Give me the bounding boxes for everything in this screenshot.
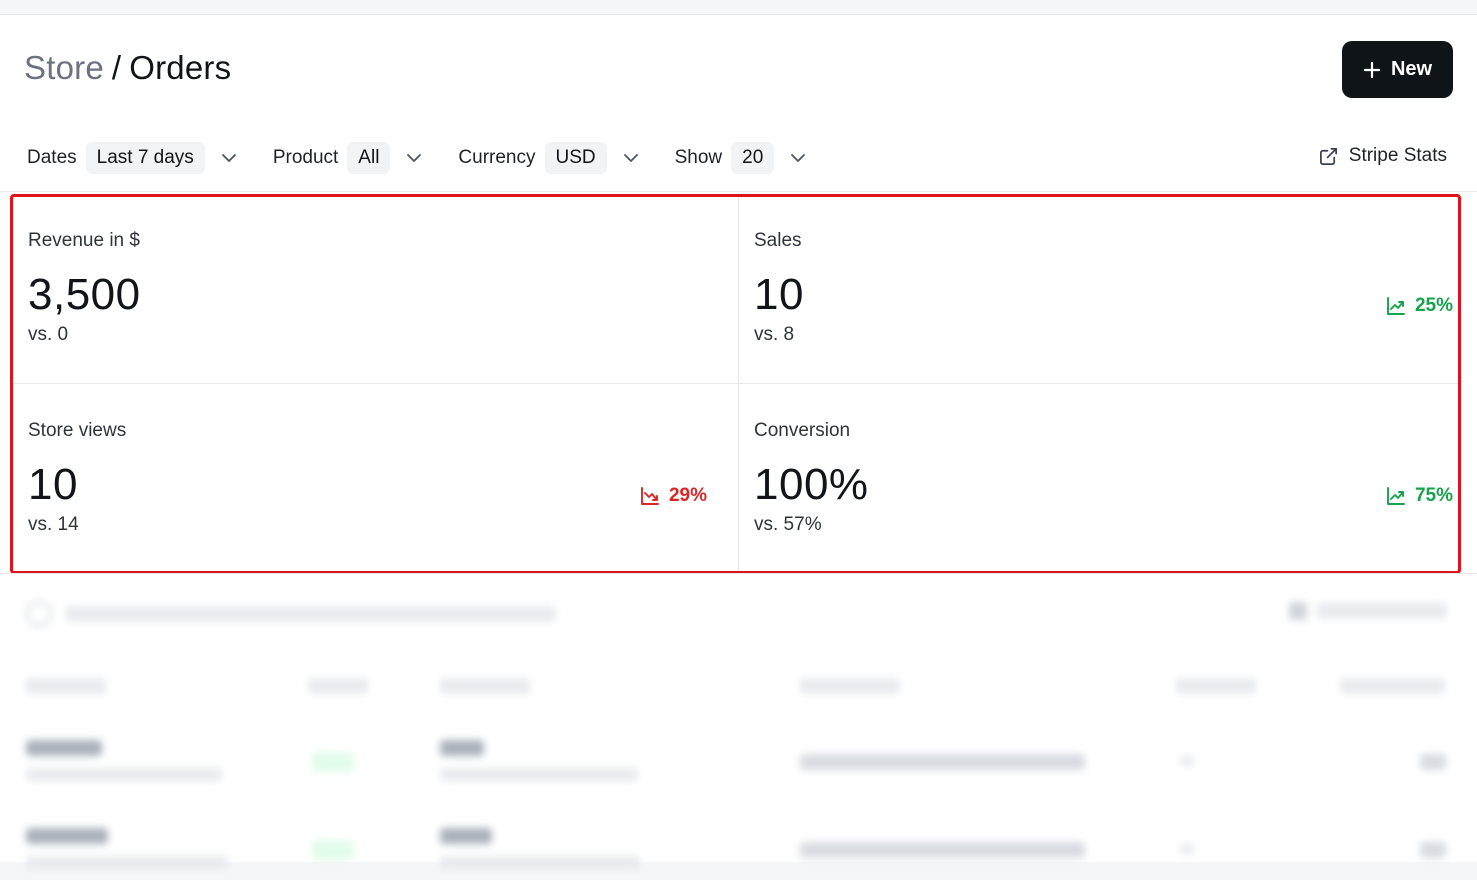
cell-blur xyxy=(440,856,640,869)
cell-blur xyxy=(26,856,228,869)
column-header[interactable] xyxy=(1176,678,1256,694)
conversion-card: Conversion 100% vs. 57% 75% xyxy=(739,387,1463,573)
chevron-down-icon xyxy=(221,154,236,162)
orders-table-blurred xyxy=(0,590,1477,880)
cell-blur xyxy=(26,828,108,844)
column-header[interactable] xyxy=(440,678,530,694)
column-header[interactable] xyxy=(1340,678,1445,694)
divider xyxy=(0,573,1477,574)
filter-value: 20 xyxy=(731,142,775,174)
cell-blur xyxy=(800,842,1085,858)
external-link-icon xyxy=(1319,147,1337,165)
stat-value: 10 xyxy=(28,460,78,509)
orders-page: Store / Orders New Dates Last 7 days Produ… xyxy=(0,14,1477,869)
revenue-card: Revenue in $ 3,500 vs. 0 xyxy=(13,197,737,383)
status-badge xyxy=(312,752,354,772)
stat-label: Sales xyxy=(754,230,802,251)
product-filter[interactable]: Product All xyxy=(273,142,425,174)
trend-value: 29% xyxy=(668,485,707,506)
show-count-filter[interactable]: Show 20 xyxy=(675,142,809,174)
breadcrumb: Store / Orders xyxy=(24,49,231,87)
filter-value: All xyxy=(347,142,391,174)
currency-filter[interactable]: Currency USD xyxy=(458,142,640,174)
trend-value: 25% xyxy=(1414,295,1453,316)
store-views-card: Store views 10 vs. 14 29% xyxy=(13,387,737,573)
stats-grid: Revenue in $ 3,500 vs. 0 Sales 10 vs. 8 … xyxy=(10,194,1461,574)
page-header: Store / Orders New xyxy=(24,41,1453,109)
filter-label: Dates xyxy=(27,147,77,168)
stripe-stats-label: Stripe Stats xyxy=(1348,145,1447,166)
column-header[interactable] xyxy=(26,678,106,694)
filter-value: Last 7 days xyxy=(85,142,205,174)
stat-value: 10 xyxy=(754,270,804,319)
sales-card: Sales 10 vs. 8 25% xyxy=(739,197,1463,383)
search-placeholder-blur xyxy=(66,606,556,622)
trend-badge: 29% xyxy=(639,485,707,507)
trend-badge: 75% xyxy=(1385,485,1453,507)
cell-blur xyxy=(440,768,638,781)
chevron-down-icon xyxy=(623,154,638,162)
stat-comparison: vs. 14 xyxy=(28,514,79,535)
stat-comparison: vs. 0 xyxy=(28,324,69,345)
trending-down-icon xyxy=(641,487,659,505)
stat-comparison: vs. 57% xyxy=(754,514,822,535)
cell-blur xyxy=(1180,756,1194,766)
filter-value: USD xyxy=(544,142,607,174)
plus-icon xyxy=(1363,61,1381,78)
cell-blur xyxy=(26,740,102,756)
stripe-stats-link[interactable]: Stripe Stats xyxy=(1318,145,1447,167)
column-header[interactable] xyxy=(800,678,900,694)
stat-comparison: vs. 8 xyxy=(754,324,795,345)
cell-blur xyxy=(1180,844,1194,854)
cell-blur xyxy=(1420,754,1446,770)
cell-blur xyxy=(26,768,222,781)
trending-up-icon xyxy=(1387,487,1405,505)
cell-blur xyxy=(440,740,484,756)
new-order-button[interactable]: New xyxy=(1342,41,1453,98)
trending-up-icon xyxy=(1387,297,1405,315)
chevron-down-icon xyxy=(407,154,422,162)
download-csv-button[interactable] xyxy=(1289,602,1447,620)
trend-value: 75% xyxy=(1414,485,1453,506)
download-label-blur xyxy=(1317,603,1447,619)
divider xyxy=(0,191,1477,192)
column-header[interactable] xyxy=(308,678,368,694)
download-icon xyxy=(1289,602,1307,620)
cell-blur xyxy=(440,828,492,844)
breadcrumb-store-link[interactable]: Store xyxy=(24,49,104,86)
page-title: Orders xyxy=(129,49,232,86)
filter-label: Currency xyxy=(458,147,536,168)
stat-value: 3,500 xyxy=(28,270,141,319)
divider xyxy=(13,383,1458,384)
stat-value: 100% xyxy=(754,460,869,509)
stat-label: Store views xyxy=(28,420,127,441)
chevron-down-icon xyxy=(791,154,806,162)
filter-label: Product xyxy=(272,147,339,168)
dates-filter[interactable]: Dates Last 7 days xyxy=(27,142,239,174)
filter-bar: Dates Last 7 days Product All Currency U… xyxy=(27,141,1447,175)
status-badge xyxy=(312,840,354,860)
stat-label: Revenue in $ xyxy=(28,230,140,251)
filter-label: Show xyxy=(674,147,723,168)
stat-label: Conversion xyxy=(754,420,851,441)
cell-blur xyxy=(800,754,1085,770)
new-button-label: New xyxy=(1390,58,1433,80)
cell-blur xyxy=(1420,842,1446,858)
breadcrumb-separator: / xyxy=(111,49,122,86)
search-icon xyxy=(26,601,52,627)
trend-badge: 25% xyxy=(1385,295,1453,317)
order-search-input[interactable] xyxy=(26,601,556,627)
